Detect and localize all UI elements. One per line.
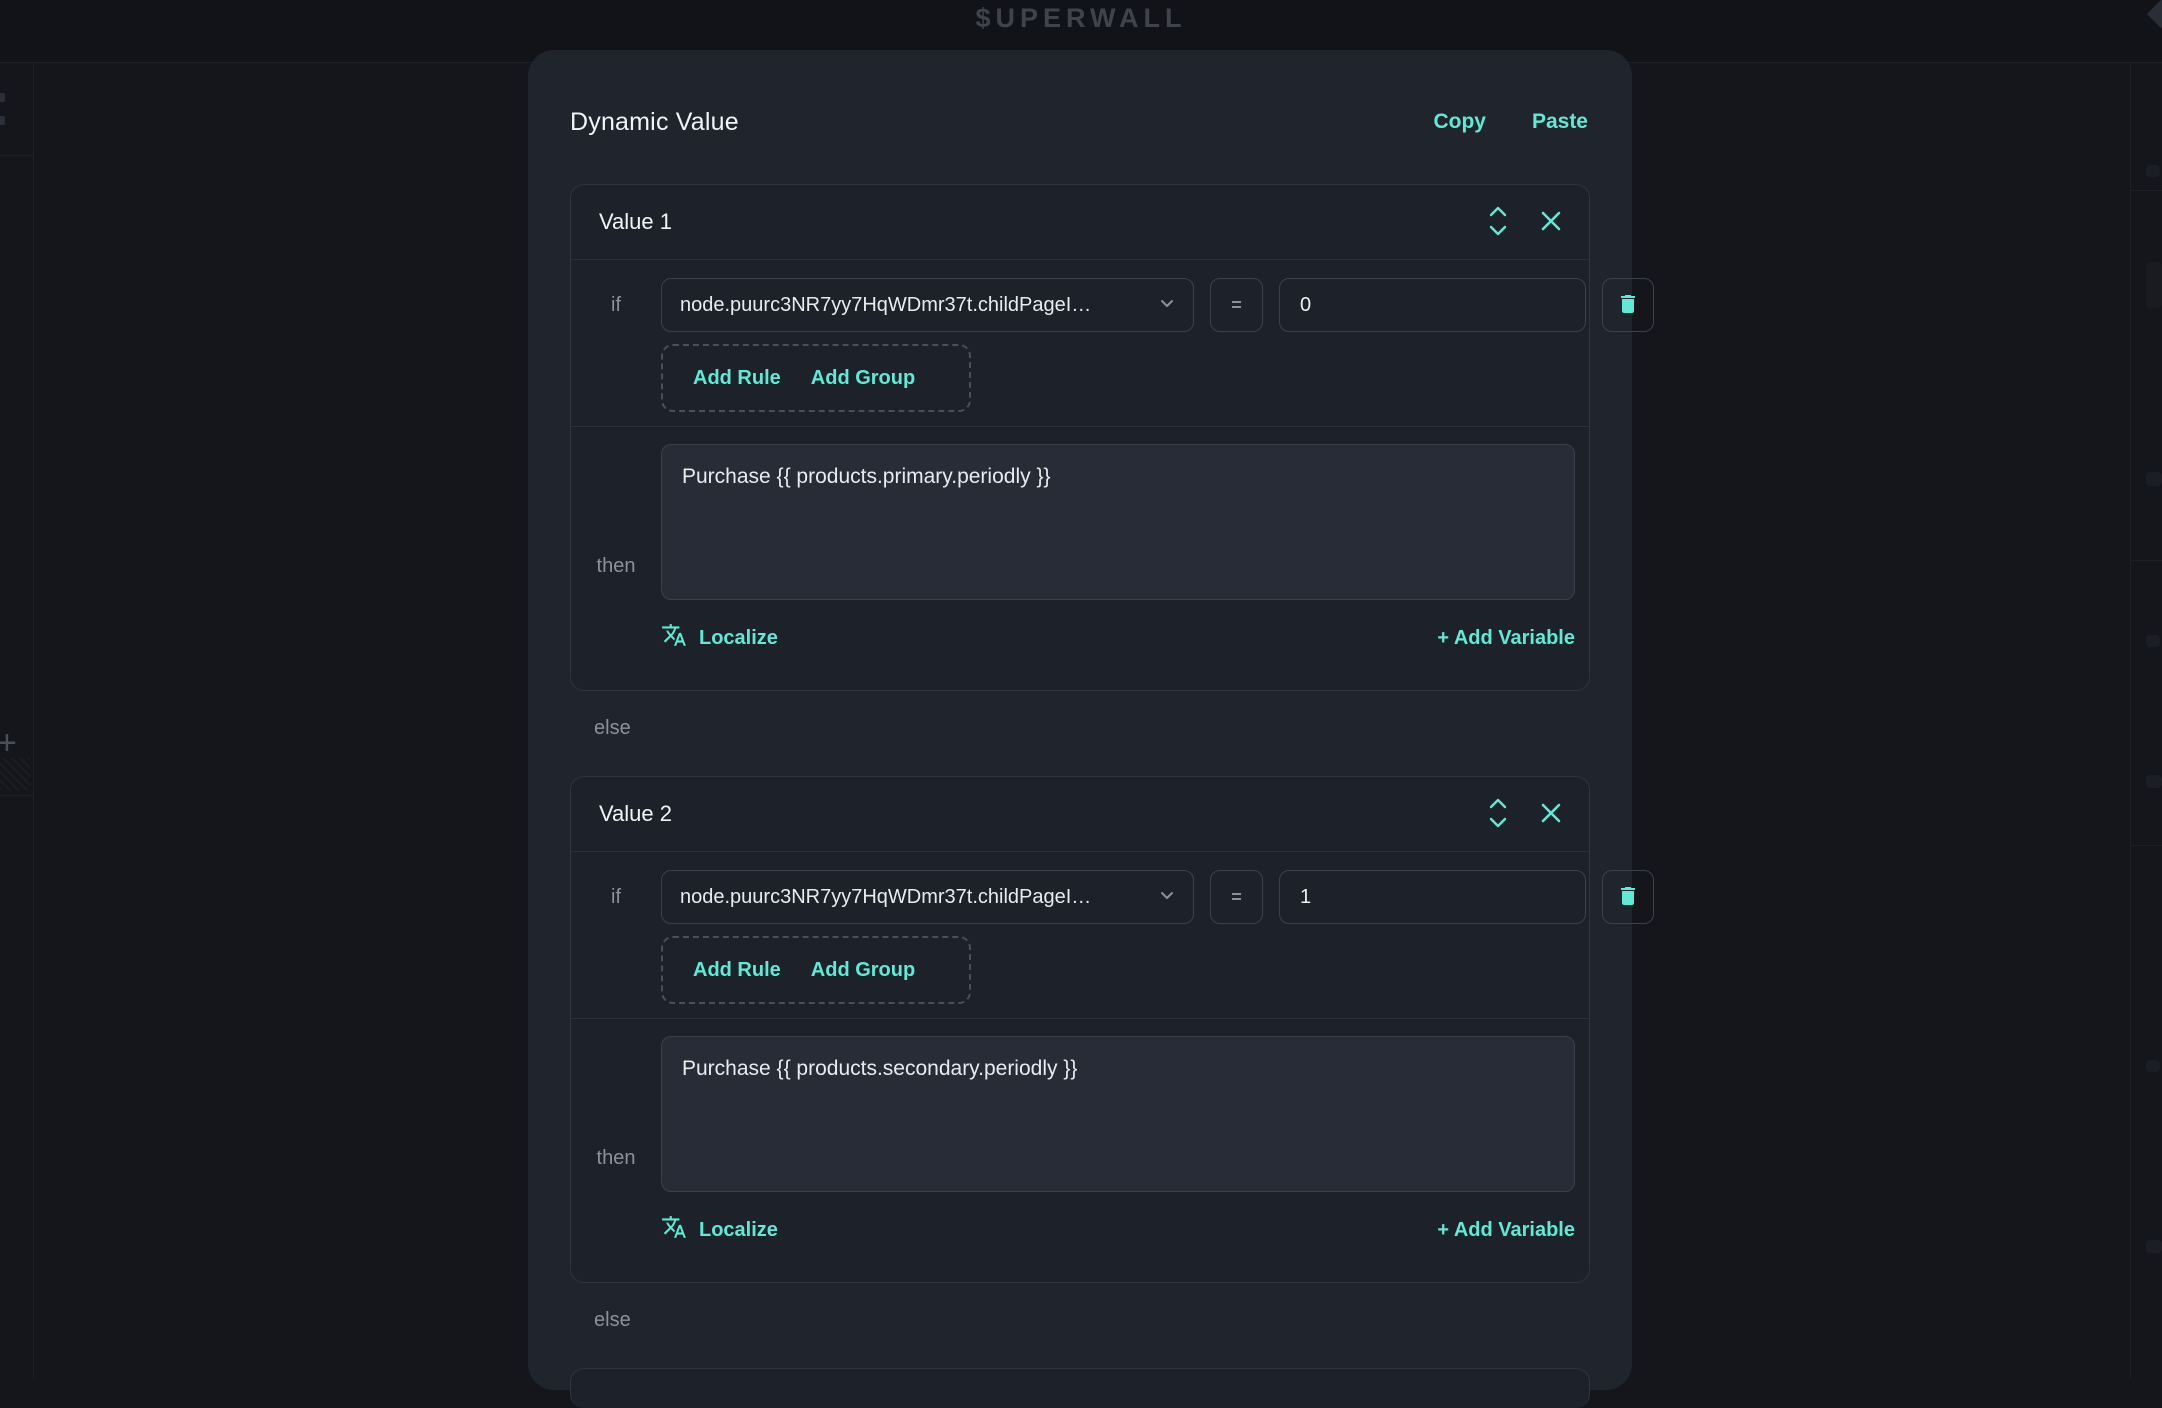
value-card-1: Value 1 if <box>570 184 1590 691</box>
condition-value-input[interactable] <box>1279 870 1586 924</box>
add-variable-button[interactable]: + Add Variable <box>1437 1219 1575 1242</box>
rule-rows: node.puurc3NR7yy7HqWDmr37t.childPageI… = <box>661 278 1575 412</box>
right-panel-fragment <box>2146 472 2162 486</box>
localize-button[interactable]: Localize <box>661 622 778 654</box>
add-group-button[interactable]: Add Group <box>811 367 915 390</box>
if-label-col: if <box>571 870 661 924</box>
edge-icon <box>0 116 5 125</box>
modal-header: Dynamic Value Copy Paste <box>570 106 1588 138</box>
value-card-1-header: Value 1 <box>571 185 1589 260</box>
if-label: if <box>611 294 621 317</box>
close-value-button[interactable] <box>1539 209 1563 236</box>
dynamic-value-modal: Dynamic Value Copy Paste Value 1 <box>528 50 1632 1390</box>
operator-select[interactable]: = <box>1210 870 1263 924</box>
chevron-down-icon <box>1157 293 1177 318</box>
localize-label: Localize <box>699 1219 778 1242</box>
condition-row: node.puurc3NR7yy7HqWDmr37t.childPageI… = <box>661 278 1575 332</box>
modal-actions: Copy Paste <box>1433 110 1588 134</box>
localize-button[interactable]: Localize <box>661 1214 778 1246</box>
close-value-button[interactable] <box>1539 801 1563 828</box>
condition-row: node.puurc3NR7yy7HqWDmr37t.childPageI… = <box>661 870 1575 924</box>
right-panel-fragment <box>2146 775 2162 788</box>
value-card-2-header: Value 2 <box>571 777 1589 852</box>
right-panel-fragment <box>2146 262 2162 308</box>
add-rule-button[interactable]: Add Rule <box>693 959 781 982</box>
copy-button[interactable]: Copy <box>1433 110 1486 134</box>
operator-select[interactable]: = <box>1210 278 1263 332</box>
then-section: then Purchase {{ products.secondary.peri… <box>571 1018 1589 1282</box>
value-card-3-partial <box>570 1368 1590 1408</box>
card-controls <box>1485 204 1563 241</box>
canvas-add-button[interactable]: + <box>0 726 17 760</box>
then-value-textarea[interactable]: Purchase {{ products.secondary.periodly … <box>661 1036 1575 1192</box>
right-panel-divider <box>2131 190 2162 191</box>
trash-icon <box>1616 884 1640 911</box>
then-rows: Purchase {{ products.secondary.periodly … <box>661 1036 1575 1282</box>
then-toolbar: Localize + Add Variable <box>661 624 1575 652</box>
add-rule-button[interactable]: Add Rule <box>693 367 781 390</box>
canvas-left-divider <box>33 62 34 1378</box>
then-label: then <box>597 555 636 578</box>
add-rule-group-box: Add Rule Add Group <box>661 936 971 1004</box>
chevron-up-down-icon <box>1485 204 1511 241</box>
close-icon <box>1539 209 1563 236</box>
then-label-col: then <box>571 1036 661 1282</box>
else-label: else <box>570 1309 1590 1332</box>
paste-button[interactable]: Paste <box>1532 110 1588 134</box>
translate-icon <box>661 1214 687 1246</box>
right-panel-divider <box>2130 62 2131 1378</box>
condition-value-input[interactable] <box>1279 278 1586 332</box>
localize-label: Localize <box>699 627 778 650</box>
translate-icon <box>661 622 687 654</box>
canvas-horizontal-divider <box>0 155 33 156</box>
chevron-down-icon <box>1157 885 1177 910</box>
then-value-textarea[interactable]: Purchase {{ products.primary.periodly }} <box>661 444 1575 600</box>
condition-field-value: node.puurc3NR7yy7HqWDmr37t.childPageI… <box>680 886 1091 909</box>
if-label-col: if <box>571 278 661 332</box>
right-panel-fragment <box>2146 165 2160 177</box>
right-panel-divider <box>2131 845 2162 846</box>
condition-field-select[interactable]: node.puurc3NR7yy7HqWDmr37t.childPageI… <box>661 278 1194 332</box>
then-label-col: then <box>571 444 661 690</box>
value-card-2: Value 2 if <box>570 776 1590 1283</box>
rule-section: if node.puurc3NR7yy7HqWDmr37t.childPageI… <box>571 852 1589 1018</box>
reorder-button[interactable] <box>1485 796 1511 833</box>
delete-rule-button[interactable] <box>1602 278 1654 332</box>
right-panel-fragment <box>2146 1240 2162 1253</box>
rule-rows: node.puurc3NR7yy7HqWDmr37t.childPageI… = <box>661 870 1575 1004</box>
rule-section: if node.puurc3NR7yy7HqWDmr37t.childPageI… <box>571 260 1589 426</box>
close-icon <box>1539 801 1563 828</box>
right-panel-fragment <box>2146 635 2160 647</box>
edge-icon <box>0 93 5 102</box>
condition-field-select[interactable]: node.puurc3NR7yy7HqWDmr37t.childPageI… <box>661 870 1194 924</box>
if-label: if <box>611 886 621 909</box>
value-card-title: Value 2 <box>599 801 672 827</box>
add-group-button[interactable]: Add Group <box>811 959 915 982</box>
chevron-up-down-icon <box>1485 796 1511 833</box>
condition-field-value: node.puurc3NR7yy7HqWDmr37t.childPageI… <box>680 294 1091 317</box>
then-section: then Purchase {{ products.primary.period… <box>571 426 1589 690</box>
then-label: then <box>597 1147 636 1170</box>
delete-rule-button[interactable] <box>1602 870 1654 924</box>
then-toolbar: Localize + Add Variable <box>661 1216 1575 1244</box>
add-rule-group-box: Add Rule Add Group <box>661 344 971 412</box>
value-card-title: Value 1 <box>599 209 672 235</box>
else-label: else <box>570 717 1590 740</box>
superwall-logo: $UPERWALL <box>0 3 2162 34</box>
reorder-button[interactable] <box>1485 204 1511 241</box>
canvas-hatch-texture <box>0 758 30 790</box>
card-controls <box>1485 796 1563 833</box>
right-panel-divider <box>2131 560 2162 561</box>
canvas-horizontal-divider <box>0 795 33 796</box>
add-variable-button[interactable]: + Add Variable <box>1437 627 1575 650</box>
then-rows: Purchase {{ products.primary.periodly }}… <box>661 444 1575 690</box>
right-panel-fragment <box>2146 1060 2160 1072</box>
modal-title: Dynamic Value <box>570 108 739 137</box>
trash-icon <box>1616 292 1640 319</box>
